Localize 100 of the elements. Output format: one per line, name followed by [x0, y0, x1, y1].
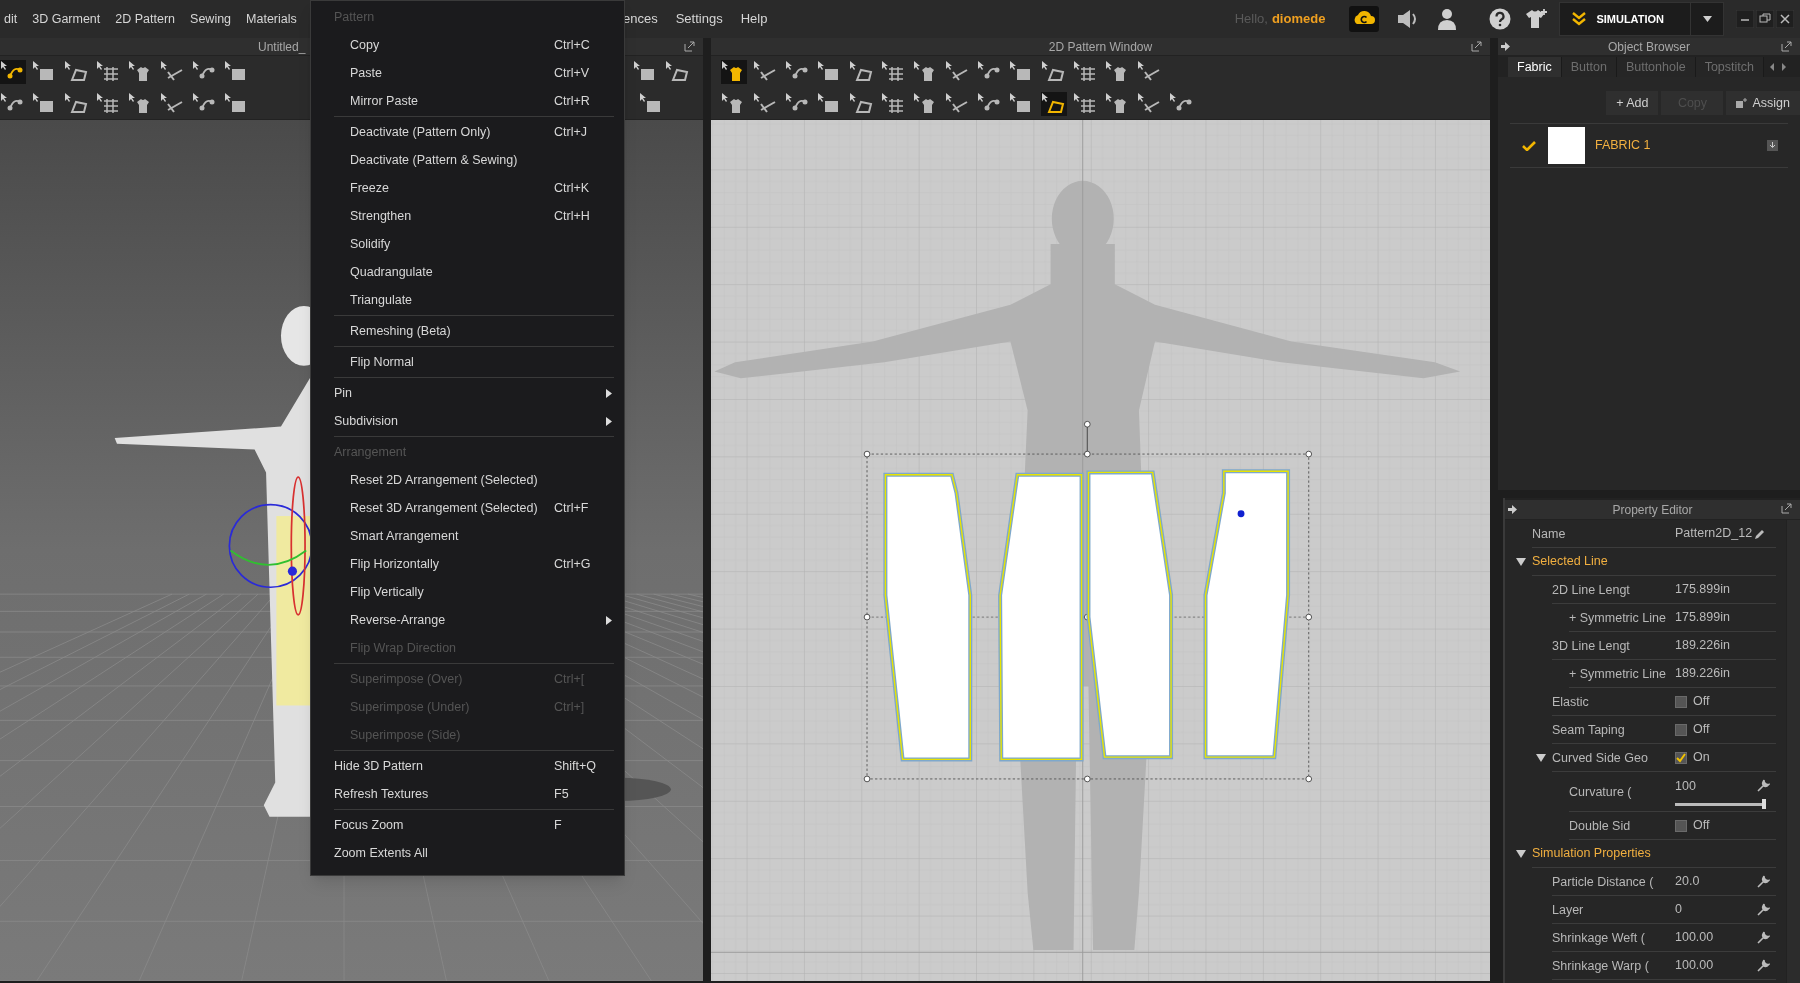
menu-item[interactable]: Subdivision	[311, 407, 624, 435]
fabric-name: FABRIC 1	[1595, 137, 1651, 155]
menu-item[interactable]: Settings	[675, 9, 723, 29]
save-icon[interactable]	[1767, 140, 1778, 151]
tool-icon[interactable]	[64, 60, 90, 84]
tool-icon[interactable]	[1041, 91, 1067, 116]
menu-item[interactable]: 2D Pattern	[115, 9, 176, 29]
section-header[interactable]: Simulation Properties	[1532, 844, 1651, 863]
minimize-icon[interactable]	[1736, 10, 1754, 28]
menu-item[interactable]: Pin	[311, 379, 624, 407]
dock-arrow-icon[interactable]	[1508, 505, 1517, 514]
menu-item[interactable]: Zoom Extents All	[311, 839, 624, 867]
tab[interactable]: Fabric	[1508, 57, 1562, 77]
menu-item[interactable]: Flip Vertically	[311, 578, 624, 606]
menu-item[interactable]: Flip Horizontally Ctrl+G	[311, 550, 624, 578]
checkbox[interactable]	[1675, 695, 1687, 708]
menu-section-header: Pattern	[333, 8, 376, 26]
user-name[interactable]: diomede	[1271, 9, 1326, 29]
menu-item[interactable]: dit	[4, 9, 18, 29]
menu-item[interactable]: Deactivate (Pattern & Sewing)	[311, 146, 624, 174]
tool-icon[interactable]	[849, 91, 875, 116]
chevron-icon	[1572, 12, 1587, 26]
property-value: 175.899in	[1675, 609, 1730, 627]
expand-arrow-icon[interactable]	[1516, 850, 1526, 858]
menu-item[interactable]: Reset 2D Arrangement (Selected)	[311, 466, 624, 494]
wrench-icon[interactable]	[1756, 902, 1770, 917]
menu-item[interactable]: Triangulate	[311, 286, 624, 314]
menu-item[interactable]: Solidify	[311, 230, 624, 258]
tool-icon[interactable]	[64, 91, 90, 116]
menu-section-header: Arrangement	[333, 443, 408, 461]
menu-item[interactable]: Remeshing (Beta)	[311, 317, 624, 345]
wrench-icon[interactable]	[1756, 874, 1770, 889]
checkbox[interactable]	[1675, 723, 1687, 736]
pop-out-icon[interactable]	[1781, 41, 1792, 52]
shirt-add-icon[interactable]	[1523, 8, 1550, 30]
tool-icon[interactable]	[1041, 60, 1067, 84]
wrench-icon[interactable]	[1756, 779, 1770, 793]
pop-out-icon[interactable]	[684, 41, 695, 52]
property-value[interactable]: Pattern2D_12	[1675, 524, 1753, 543]
fabric-item[interactable]: FABRIC 1	[1510, 124, 1788, 168]
menu-item[interactable]: Focus Zoom F	[311, 811, 624, 839]
panel-title: Object Browser	[1608, 38, 1690, 56]
cloud-icon[interactable]	[1349, 6, 1380, 32]
add-button[interactable]: + Add	[1606, 91, 1659, 115]
check-icon[interactable]	[1522, 140, 1536, 151]
checkbox[interactable]	[1675, 819, 1687, 832]
property-label: Shrinkage Warp (	[1552, 958, 1649, 973]
menu-item[interactable]: Reset 3D Arrangement (Selected) Ctrl+F	[311, 494, 624, 522]
person-icon[interactable]	[1437, 8, 1458, 30]
property-value: 0	[1675, 901, 1682, 919]
panel-title: Property Editor	[1612, 501, 1693, 519]
panel-title: 2D Pattern Window	[1048, 38, 1153, 56]
dock-arrow-icon[interactable]	[1501, 42, 1510, 51]
menu-item[interactable]: Help	[740, 9, 768, 29]
close-icon[interactable]	[1776, 10, 1794, 28]
toggle-label: On	[1693, 749, 1710, 767]
menu-item[interactable]: Quadrangulate	[311, 258, 624, 286]
section-header[interactable]: Selected Line	[1532, 552, 1608, 571]
assign-button[interactable]: Assign	[1726, 91, 1800, 115]
property-value: 100.00	[1675, 929, 1714, 947]
menu-item[interactable]: Refresh Textures F5	[311, 780, 624, 808]
property-value: 175.899in	[1675, 581, 1730, 599]
pencil-icon[interactable]	[1754, 527, 1767, 540]
menu-item[interactable]: 3D Garment	[32, 9, 101, 29]
menu-item[interactable]: Flip Normal	[311, 348, 624, 376]
checkbox[interactable]	[1675, 751, 1687, 764]
menu-item[interactable]: Reverse-Arrange	[311, 606, 624, 634]
assign-icon	[1736, 98, 1749, 108]
tool-icon[interactable]	[721, 60, 747, 84]
slider-thumb[interactable]	[1762, 799, 1766, 810]
property-label: 3D Line Lengt	[1552, 638, 1630, 653]
property-label: Curved Side Geo	[1552, 750, 1648, 765]
menu-item[interactable]: Freeze Ctrl+K	[311, 174, 624, 202]
property-label: Curvature (	[1569, 784, 1632, 799]
menu-item[interactable]: Copy Ctrl+C	[311, 31, 624, 59]
menu-item[interactable]: Hide 3D Pattern Shift+Q	[311, 752, 624, 780]
property-label: + Symmetric Line	[1569, 666, 1666, 681]
pop-out-icon[interactable]	[1781, 503, 1792, 514]
menu-item[interactable]: Strengthen Ctrl+H	[311, 202, 624, 230]
wrench-icon[interactable]	[1756, 958, 1770, 973]
toggle-label: Off	[1693, 817, 1710, 835]
wrench-icon[interactable]	[1756, 930, 1770, 945]
property-label: Name	[1532, 526, 1566, 541]
property-value[interactable]: 100	[1675, 776, 1696, 796]
property-value: 100.00	[1675, 957, 1714, 975]
menu-item[interactable]: Sewing	[190, 9, 232, 29]
pop-out-icon[interactable]	[1471, 41, 1482, 52]
help-icon[interactable]	[1489, 8, 1512, 30]
menu-item[interactable]: Smart Arrangement	[311, 522, 624, 550]
restore-icon[interactable]	[1756, 10, 1774, 28]
tool-icon[interactable]	[0, 60, 26, 84]
menu-item[interactable]: Deactivate (Pattern Only) Ctrl+J	[311, 118, 624, 146]
property-value: 189.226in	[1675, 665, 1730, 683]
expand-arrow-icon[interactable]	[1536, 754, 1546, 762]
point-marker[interactable]	[1237, 510, 1245, 518]
expand-arrow-icon[interactable]	[1516, 558, 1526, 566]
tool-icon[interactable]	[665, 60, 691, 84]
toggle-label: Off	[1693, 721, 1710, 739]
tool-icon[interactable]	[849, 60, 875, 84]
menu-item[interactable]: Materials	[246, 9, 297, 29]
